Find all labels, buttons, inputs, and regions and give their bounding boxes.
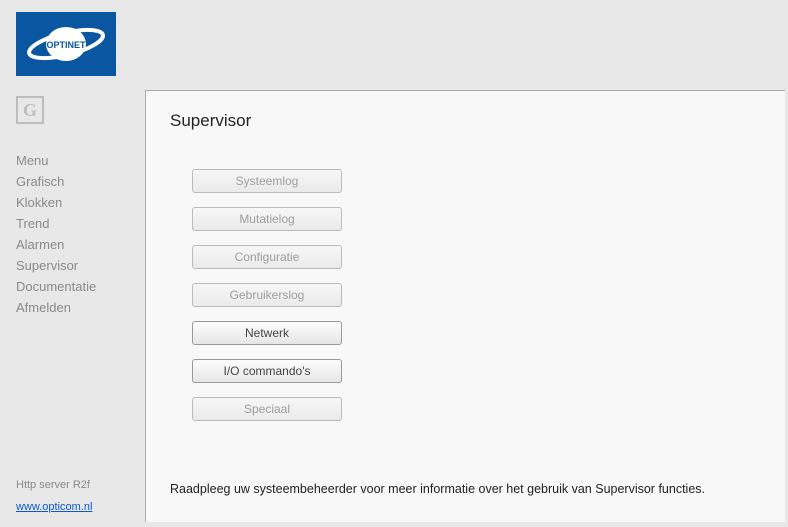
nav-supervisor[interactable]: Supervisor: [16, 257, 145, 275]
svg-text:OPTINET: OPTINET: [46, 40, 86, 50]
page-title: Supervisor: [170, 111, 761, 131]
gebruikerslog-button: Gebruikerslog: [192, 283, 342, 307]
sidebar: OPTINET G Menu Grafisch Klokken Trend Al…: [0, 0, 145, 527]
nav-documentatie[interactable]: Documentatie: [16, 278, 145, 296]
netwerk-button[interactable]: Netwerk: [192, 321, 342, 345]
vendor-link[interactable]: www.opticom.nl: [16, 501, 92, 513]
nav-klokken[interactable]: Klokken: [16, 194, 145, 212]
speciaal-button: Speciaal: [192, 397, 342, 421]
server-version: Http server R2f: [16, 479, 145, 491]
graphics-mode-icon[interactable]: G: [16, 96, 44, 124]
main-nav: Menu Grafisch Klokken Trend Alarmen Supe…: [16, 152, 145, 317]
io-commandos-button[interactable]: I/O commando's: [192, 359, 342, 383]
nav-grafisch[interactable]: Grafisch: [16, 173, 145, 191]
nav-afmelden[interactable]: Afmelden: [16, 299, 145, 317]
g-letter: G: [23, 100, 37, 121]
configuratie-button: Configuratie: [192, 245, 342, 269]
mutatielog-button: Mutatielog: [192, 207, 342, 231]
logo: OPTINET: [16, 12, 116, 76]
nav-trend[interactable]: Trend: [16, 215, 145, 233]
button-column: Systeemlog Mutatielog Configuratie Gebru…: [192, 169, 761, 421]
systeemlog-button: Systeemlog: [192, 169, 342, 193]
supervisor-panel: Supervisor Systeemlog Mutatielog Configu…: [145, 90, 785, 522]
nav-alarmen[interactable]: Alarmen: [16, 236, 145, 254]
main: Supervisor Systeemlog Mutatielog Configu…: [145, 0, 788, 527]
nav-menu[interactable]: Menu: [16, 152, 145, 170]
sidebar-footer: Http server R2f www.opticom.nl: [16, 479, 145, 527]
planet-logo-icon: OPTINET: [21, 19, 111, 69]
info-text: Raadpleeg uw systeembeheerder voor meer …: [170, 482, 705, 496]
